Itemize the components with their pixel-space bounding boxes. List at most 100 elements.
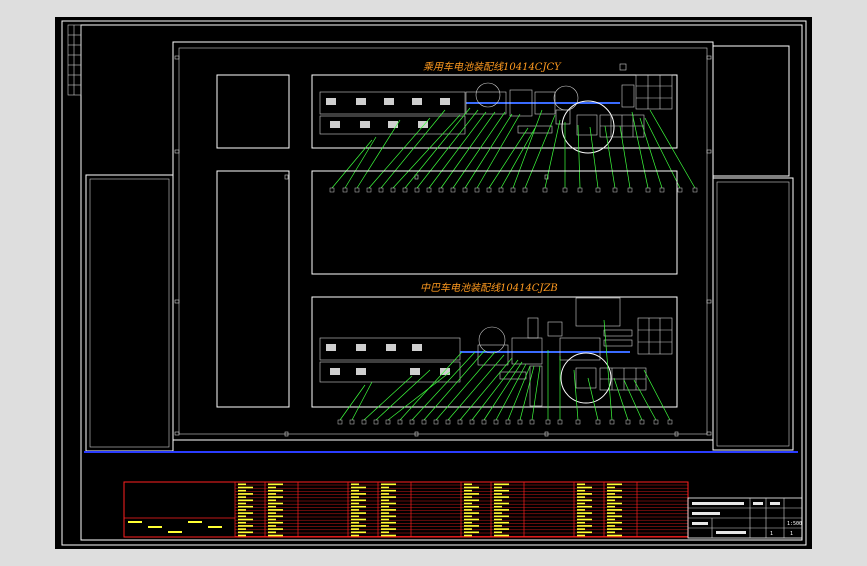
parts-row-glyph: [607, 515, 622, 518]
parts-row-glyph: [268, 531, 276, 534]
cad-drawing-canvas: 乘用车电池装配线10414CJCY 中巴车电池装配线10414CJZB 1:50…: [55, 17, 812, 549]
parts-row-glyph: [238, 499, 253, 502]
parts-row-glyph: [607, 483, 622, 486]
parts-row-glyph: [351, 502, 359, 505]
parts-row-glyph: [464, 528, 472, 530]
parts-row-glyph: [494, 493, 502, 495]
parts-row-glyph: [351, 509, 359, 511]
parts-row-glyph: [238, 502, 246, 505]
parts-row-glyph: [464, 502, 472, 505]
parts-row-glyph: [238, 518, 253, 521]
parts-row-glyph: [238, 531, 253, 534]
parts-row-glyph: [607, 493, 615, 495]
parts-row-glyph: [238, 525, 253, 527]
parts-row-glyph: [268, 521, 283, 524]
parts-row-glyph: [464, 531, 479, 534]
parts-row-glyph: [577, 483, 585, 486]
parts-row-glyph: [268, 486, 276, 489]
note-glyph: [188, 521, 202, 523]
parts-row-glyph: [607, 521, 622, 524]
parts-row-glyph: [607, 486, 615, 489]
parts-row-glyph: [351, 505, 366, 508]
parts-row-glyph: [577, 505, 592, 508]
parts-row-glyph: [607, 531, 615, 534]
parts-row-glyph: [494, 489, 509, 492]
parts-row-glyph: [268, 528, 283, 530]
parts-row-glyph: [494, 483, 509, 486]
parts-row-glyph: [607, 496, 622, 498]
note-glyph: [128, 521, 142, 523]
parts-row-glyph: [607, 528, 622, 530]
parts-row-glyph: [351, 525, 366, 527]
parts-row-glyph: [607, 505, 615, 508]
parts-row-glyph: [351, 512, 366, 514]
parts-row-glyph: [494, 534, 509, 537]
parts-row-glyph: [607, 525, 615, 527]
parts-row-glyph: [381, 483, 396, 486]
parts-row-glyph: [494, 486, 502, 489]
parts-row-glyph: [577, 512, 592, 514]
parts-row-glyph: [464, 496, 472, 498]
parts-row-glyph: [464, 525, 479, 527]
parts-row-glyph: [494, 521, 509, 524]
parts-row-glyph: [238, 512, 253, 514]
parts-row-glyph: [351, 518, 366, 521]
parts-row-glyph: [268, 502, 283, 505]
parts-row-glyph: [494, 531, 502, 534]
parts-row-glyph: [268, 483, 283, 486]
parts-row-glyph: [464, 489, 472, 492]
parts-row-glyph: [268, 515, 283, 518]
parts-row-glyph: [381, 499, 389, 502]
parts-row-glyph: [607, 502, 622, 505]
note-glyph: [208, 526, 222, 528]
parts-row-glyph: [577, 534, 585, 537]
parts-row-glyph: [381, 486, 389, 489]
parts-row-glyph: [351, 534, 359, 537]
parts-row-glyph: [577, 528, 585, 530]
parts-row-glyph: [238, 489, 246, 492]
parts-row-glyph: [577, 525, 592, 527]
parts-row-glyph: [381, 521, 396, 524]
parts-row-glyph: [607, 499, 615, 502]
parts-row-glyph: [268, 505, 276, 508]
parts-row-glyph: [577, 502, 585, 505]
parts-row-glyph: [381, 489, 396, 492]
parts-row-glyph: [268, 509, 283, 511]
parts-row-glyph: [268, 499, 276, 502]
parts-row-glyph: [464, 505, 479, 508]
parts-row-glyph: [381, 518, 389, 521]
upper-line-title: 乘用车电池装配线10414CJCY: [423, 61, 562, 73]
parts-row-glyph: [381, 534, 396, 537]
lower-line-title: 中巴车电池装配线10414CJZB: [420, 282, 558, 294]
parts-row-glyph: [464, 509, 472, 511]
parts-row-glyph: [464, 515, 472, 518]
parts-row-glyph: [577, 518, 592, 521]
parts-row-glyph: [494, 518, 502, 521]
parts-row-glyph: [238, 521, 246, 524]
parts-row-glyph: [381, 505, 389, 508]
parts-row-glyph: [351, 483, 359, 486]
parts-row-glyph: [268, 493, 276, 495]
parts-row-glyph: [381, 502, 396, 505]
sheet-count: 1: [790, 531, 793, 537]
parts-row-glyph: [268, 512, 276, 514]
parts-row-glyph: [494, 512, 502, 514]
parts-row-glyph: [351, 515, 359, 518]
note-glyph: [168, 531, 182, 533]
parts-row-glyph: [238, 515, 246, 518]
parts-row-glyph: [494, 496, 509, 498]
parts-row-glyph: [238, 486, 253, 489]
parts-row-glyph: [238, 534, 246, 537]
parts-row-glyph: [607, 518, 615, 521]
cad-viewport[interactable]: 乘用车电池装配线10414CJCY 中巴车电池装配线10414CJZB 1:50…: [0, 0, 867, 562]
parts-row-glyph: [494, 499, 502, 502]
parts-row-glyph: [494, 502, 509, 505]
parts-row-glyph: [381, 531, 389, 534]
parts-row-glyph: [577, 489, 585, 492]
parts-row-glyph: [351, 496, 359, 498]
parts-row-glyph: [351, 528, 359, 530]
parts-row-glyph: [494, 525, 502, 527]
parts-row-glyph: [381, 496, 396, 498]
parts-row-glyph: [351, 493, 366, 495]
parts-row-glyph: [577, 493, 592, 495]
